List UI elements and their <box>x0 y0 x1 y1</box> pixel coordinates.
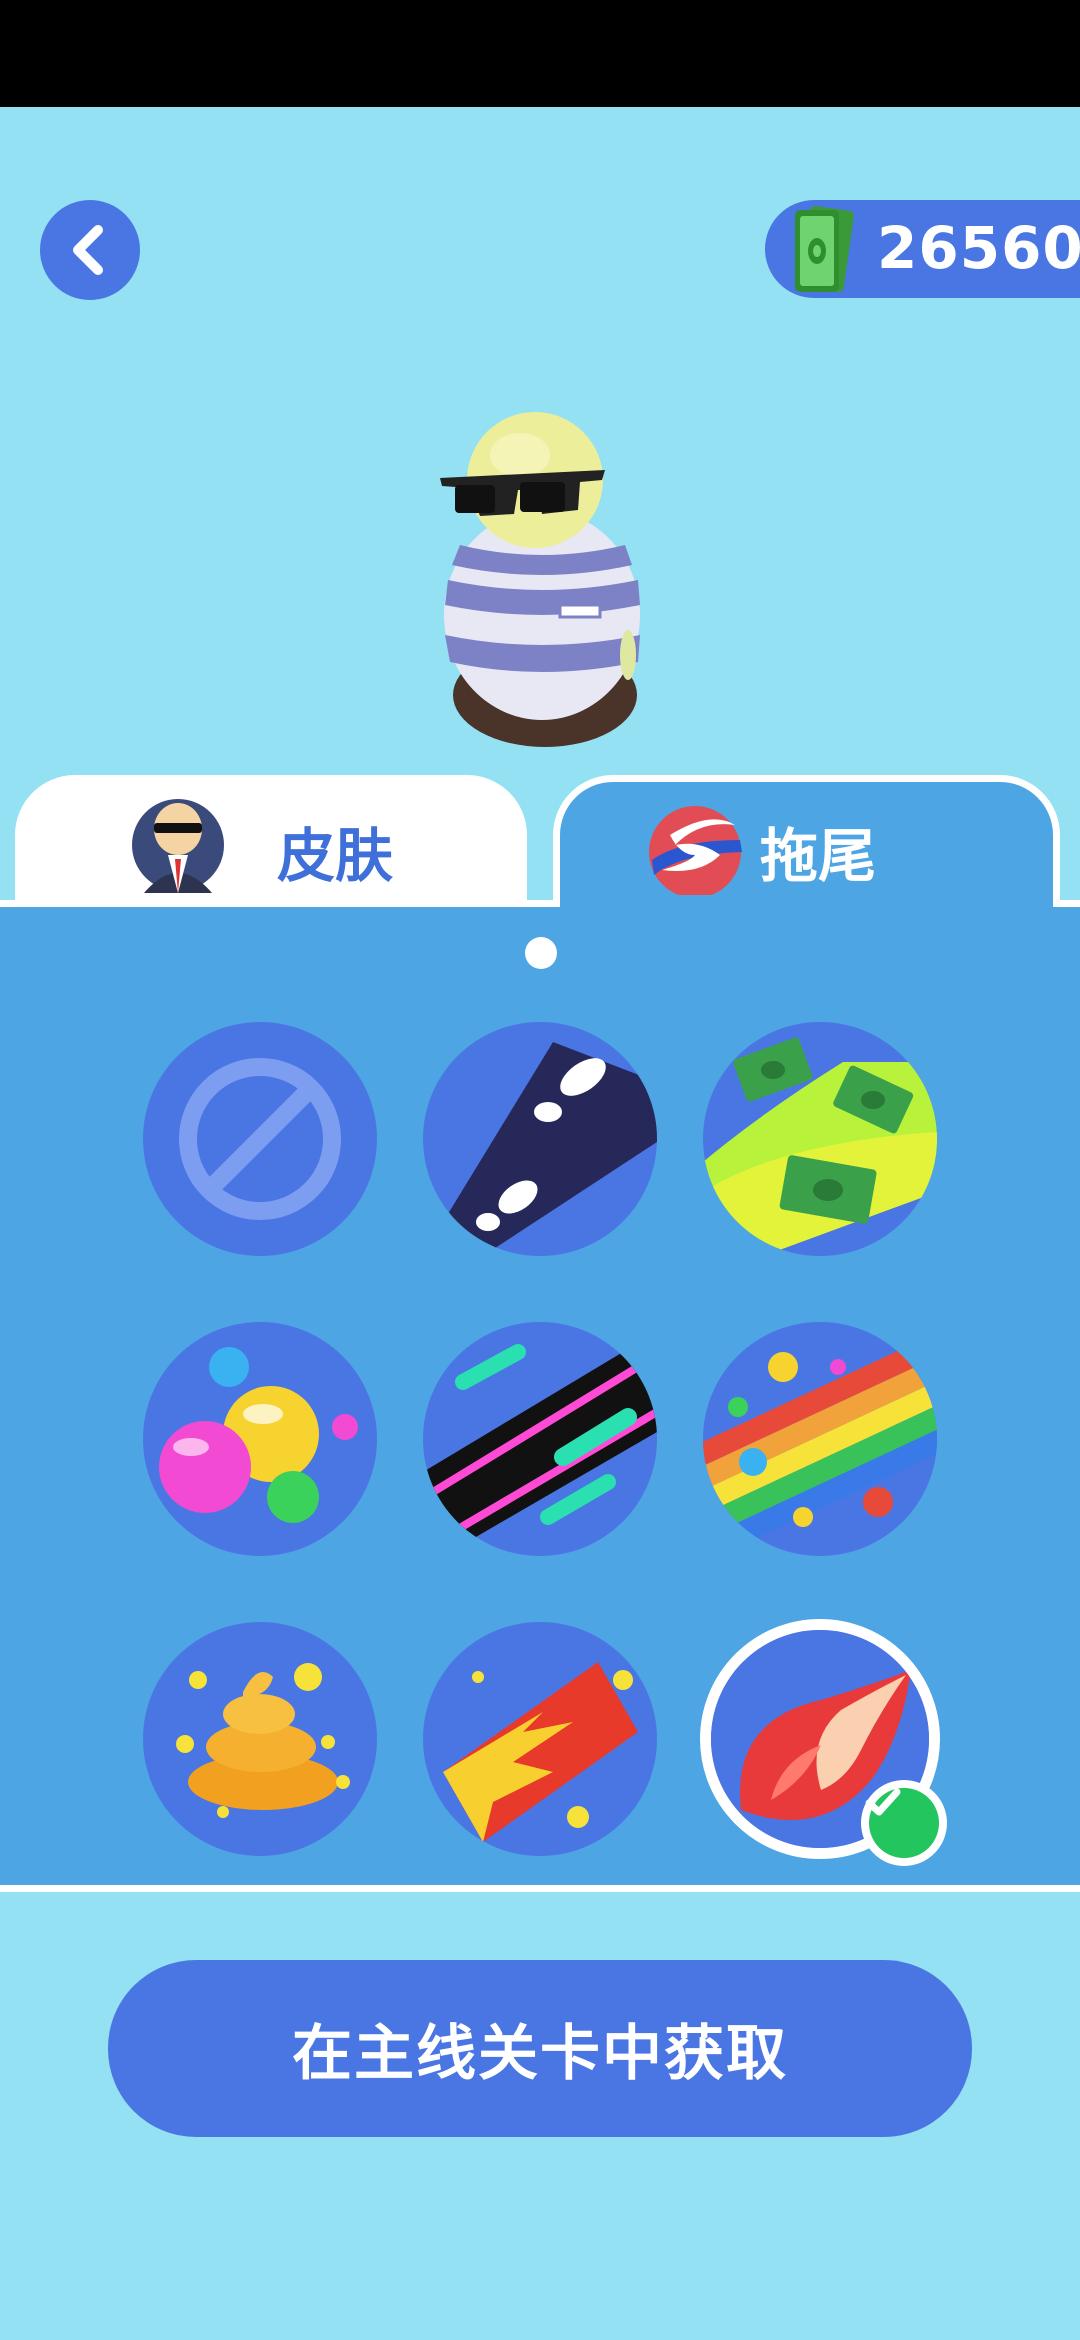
chevron-left-icon <box>73 225 103 275</box>
tab-trail-label: 拖尾 <box>760 822 877 890</box>
page-indicator-dot[interactable] <box>525 937 557 969</box>
fire-trail-icon <box>443 1662 638 1842</box>
money-trail-icon <box>703 1037 937 1256</box>
trail-item-money[interactable] <box>703 1022 937 1256</box>
trail-item-poop[interactable] <box>143 1622 377 1856</box>
trail-item-footprints[interactable] <box>423 1022 657 1256</box>
tab-bridge <box>560 895 1053 915</box>
tab-skin-label: 皮肤 <box>277 822 394 890</box>
bubbles-icon <box>159 1347 358 1523</box>
trail-logo-icon <box>649 806 742 898</box>
trail-item-bubbles[interactable] <box>143 1322 377 1556</box>
poop-icon <box>176 1663 350 1818</box>
status-bar <box>0 0 1080 107</box>
cash-icon <box>795 205 854 293</box>
selected-check-badge <box>861 1780 947 1866</box>
tab-trail[interactable]: 拖尾 <box>553 775 1060 910</box>
obtain-in-main-levels-button[interactable]: 在主线关卡中获取 <box>108 1960 972 2137</box>
neon-trail-icon <box>423 1344 657 1556</box>
currency-display: 26560 <box>765 200 1080 298</box>
tab-skin[interactable]: 皮肤 <box>15 775 527 910</box>
trail-item-fire[interactable] <box>423 1622 657 1856</box>
trail-item-neon[interactable] <box>423 1322 657 1556</box>
check-icon <box>865 1788 939 1858</box>
none-icon <box>179 1058 341 1220</box>
currency-amount: 26560 <box>877 214 1080 282</box>
footprints-icon <box>443 1042 657 1256</box>
back-button[interactable] <box>40 200 140 300</box>
trail-item-none[interactable] <box>143 1022 377 1256</box>
trail-item-rainbow[interactable] <box>703 1322 937 1556</box>
agent-avatar-icon <box>132 799 224 893</box>
rainbow-trail-icon <box>703 1335 937 1554</box>
character-preview <box>440 412 640 747</box>
trail-item-flame[interactable] <box>700 1619 947 1866</box>
